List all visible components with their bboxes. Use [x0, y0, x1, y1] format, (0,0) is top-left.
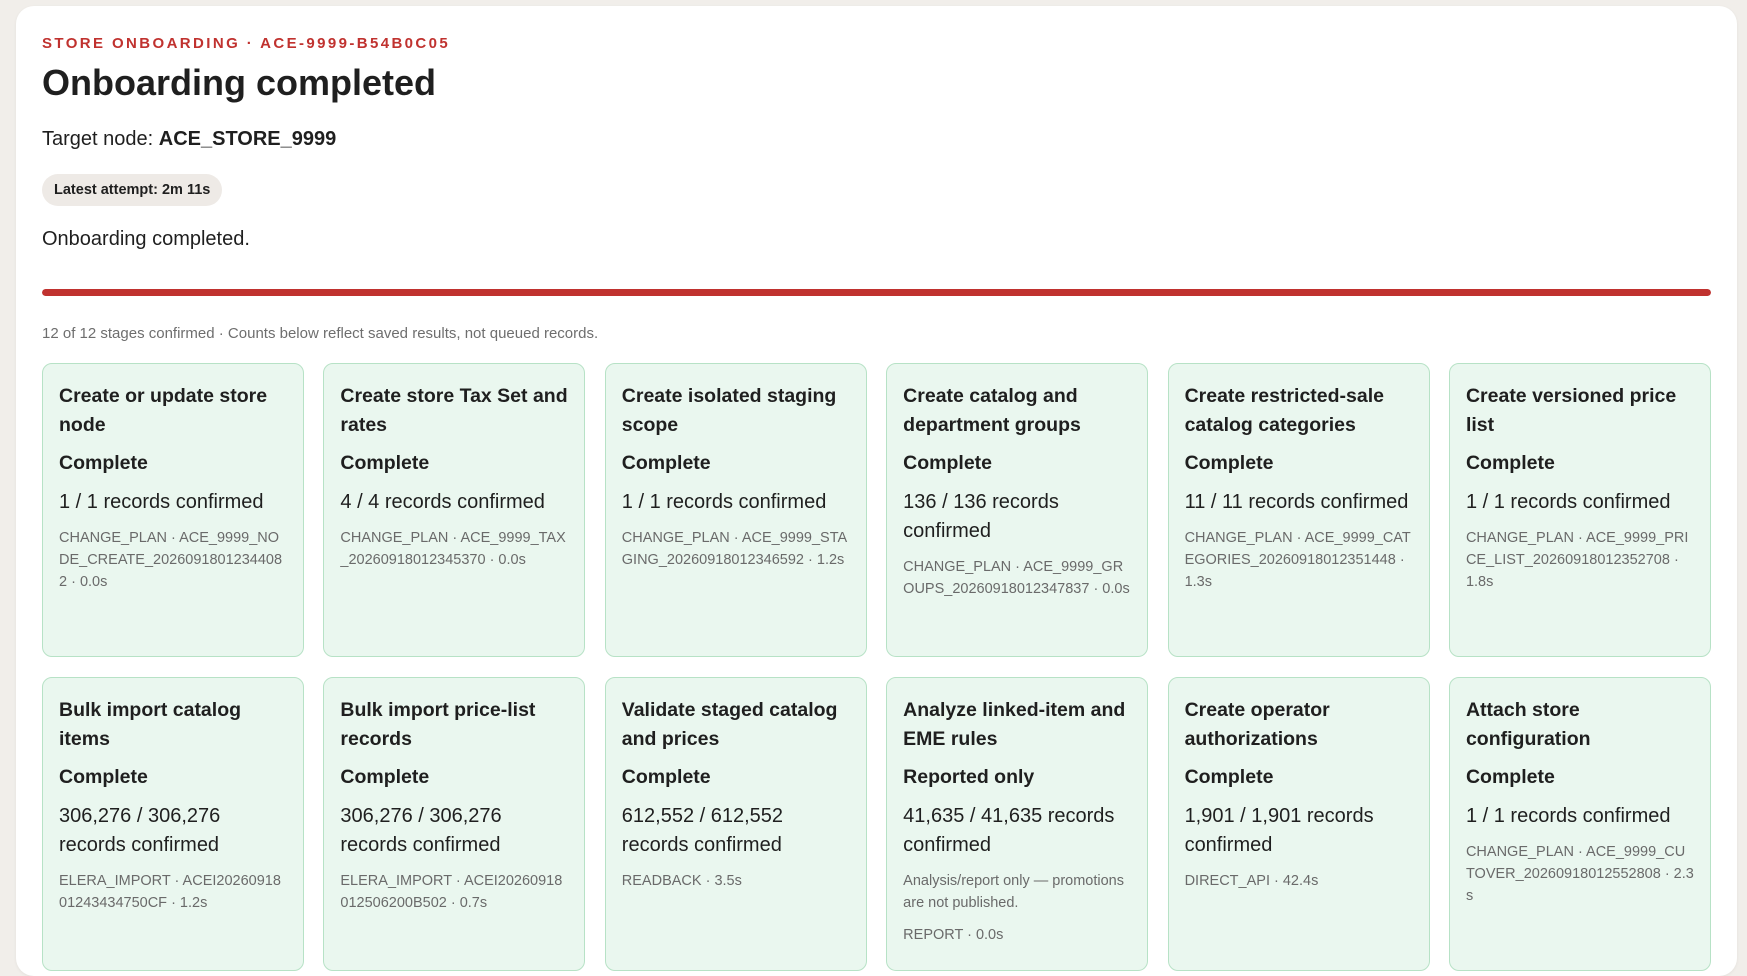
stage-status: Complete [59, 452, 148, 474]
stage-record-count: 1 / 1 records confirmed [621, 491, 827, 513]
stage-record-count: 1 / 1 records confirmed [1465, 805, 1671, 827]
stage-card: Attach store configuration Complete 1 / 1 … [1448, 677, 1711, 971]
stage-title: Create isolated staging scope [621, 385, 837, 436]
stage-record-count: 306,276 / 306,276 records confirmed [59, 805, 221, 856]
stage-meta: DIRECT_API · 42.4s [1184, 873, 1319, 889]
stage-meta: CHANGE_PLAN · ACE_9999_PRICE_LIST_202609… [1465, 530, 1689, 590]
stage-card: Bulk import catalog items Complete 306,276… [42, 677, 304, 971]
stage-title: Attach store configuration [1465, 699, 1591, 750]
stage-record-count: 1 / 1 records confirmed [59, 491, 264, 513]
stage-meta: CHANGE_PLAN · ACE_9999_STAGING_202609180… [621, 530, 848, 568]
stage-card: Create store Tax Set and rates Complete 4 … [323, 363, 586, 657]
status-message: Onboarding completed. [42, 228, 250, 250]
stage-meta: CHANGE_PLAN · ACE_9999_CATEGORIES_202609… [1184, 530, 1411, 590]
stage-card: Create restricted-sale catalog categorie… [1167, 363, 1430, 657]
stage-card: Analyze linked-item and EME rules Reporte… [886, 677, 1149, 971]
stage-status: Reported only [903, 766, 1035, 788]
latest-attempt-badge: Latest attempt: 2m 11s [42, 174, 223, 206]
stage-card: Create or update store node Complete 1 / 1… [42, 363, 304, 657]
progress-bar [42, 289, 1711, 296]
stage-title: Create catalog and department groups [903, 385, 1081, 436]
stage-title: Bulk import price-list records [340, 699, 536, 750]
stage-title: Analyze linked-item and EME rules [903, 699, 1126, 750]
stage-record-count: 612,552 / 612,552 records confirmed [621, 805, 784, 856]
stage-status: Complete [59, 766, 148, 788]
stage-meta: READBACK · 3.5s [621, 873, 742, 889]
stage-grid: Create or update store node Complete 1 / 1… [42, 363, 1711, 971]
progress-bar-fill [42, 289, 1711, 296]
stage-note: Analysis/report only — promotions are no… [903, 873, 1124, 911]
stage-record-count: 136 / 136 records confirmed [903, 491, 1059, 542]
stage-status: Complete [1184, 766, 1274, 788]
stage-status: Complete [621, 452, 711, 474]
stage-title: Create operator authorizations [1184, 699, 1330, 750]
stage-title: Create versioned price list [1465, 385, 1677, 436]
stage-card: Create catalog and department groups Comp… [886, 363, 1149, 657]
target-node-label: Target node: [42, 128, 154, 150]
onboarding-eyebrow: STORE ONBOARDING · ACE-9999-B54B0C05 [42, 35, 451, 52]
stage-meta: CHANGE_PLAN · ACE_9999_NODE_CREATE_20260… [59, 530, 283, 590]
stage-status: Complete [1465, 766, 1555, 788]
stage-meta: CHANGE_PLAN · ACE_9999_TAX_2026091801234… [340, 530, 566, 568]
progress-summary: 12 of 12 stages confirmed · Counts below… [42, 325, 599, 342]
stage-title: Create store Tax Set and rates [340, 385, 568, 436]
onboarding-panel: STORE ONBOARDING · ACE-9999-B54B0C05 Onb… [16, 6, 1737, 976]
stage-record-count: 1,901 / 1,901 records confirmed [1184, 805, 1374, 856]
stage-record-count: 11 / 11 records confirmed [1184, 491, 1409, 513]
stage-card: Validate staged catalog and prices Comple… [604, 677, 867, 971]
stage-meta: ELERA_IMPORT · ACEI2026091801243434750CF… [59, 873, 281, 911]
stage-title: Validate staged catalog and prices [621, 699, 838, 750]
stage-status: Complete [340, 452, 430, 474]
stage-record-count: 306,276 / 306,276 records confirmed [340, 805, 502, 856]
stage-status: Complete [1184, 452, 1274, 474]
stage-title: Create or update store node [59, 385, 268, 436]
stage-meta: REPORT · 0.0s [903, 927, 1004, 943]
stage-record-count: 4 / 4 records confirmed [340, 491, 545, 513]
target-node: Target node: ACE_STORE_9999 [42, 128, 336, 151]
stage-card: Bulk import price-list records Complete 30… [323, 677, 586, 971]
target-node-value: ACE_STORE_9999 [158, 128, 337, 150]
stage-title: Bulk import catalog items [59, 699, 242, 750]
stage-card: Create versioned price list Complete 1 / 1… [1448, 363, 1711, 657]
stage-meta: CHANGE_PLAN · ACE_9999_GROUPS_2026091801… [903, 559, 1130, 597]
stage-record-count: 41,635 / 41,635 records confirmed [903, 805, 1115, 856]
stage-card: Create isolated staging scope Complete 1 /… [604, 363, 867, 657]
stage-meta: ELERA_IMPORT · ACEI2026091801250620​0B50… [340, 873, 563, 911]
stage-status: Complete [340, 766, 430, 788]
stage-meta: CHANGE_PLAN · ACE_9999_CUTOVER_202609180… [1465, 844, 1694, 904]
page-title: Onboarding completed [42, 62, 437, 103]
stage-card: Create operator authorizations Complete 1,… [1167, 677, 1430, 971]
stage-status: Complete [903, 452, 993, 474]
stage-record-count: 1 / 1 records confirmed [1465, 491, 1671, 513]
stage-title: Create restricted-sale catalog categorie… [1184, 385, 1384, 436]
stage-status: Complete [1465, 452, 1555, 474]
stage-status: Complete [621, 766, 711, 788]
